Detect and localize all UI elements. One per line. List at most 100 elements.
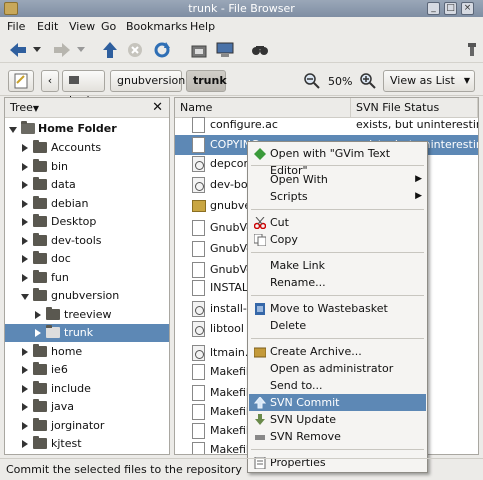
expander-collapsed-icon[interactable] <box>22 385 28 393</box>
close-sidebar-icon[interactable]: ✕ <box>152 100 163 115</box>
menu-item-open-with[interactable]: Open With ▶ <box>249 171 426 188</box>
text-file-icon <box>192 423 205 439</box>
folder-icon <box>33 399 47 412</box>
back-icon[interactable] <box>8 40 28 60</box>
sidebar-item-debian[interactable]: debian <box>5 195 169 213</box>
zoom-level[interactable]: 50% <box>328 75 352 88</box>
sidebar-item-fun[interactable]: fun <box>5 269 169 287</box>
expander-collapsed-icon[interactable] <box>22 218 28 226</box>
menu-item-label: Delete <box>270 319 307 332</box>
menu-item-create-archive[interactable]: Create Archive... <box>249 343 426 360</box>
path-button-karl[interactable]: karl <box>62 70 105 107</box>
expander-collapsed-icon[interactable] <box>22 440 28 448</box>
menu-item-label: Move to Wastebasket <box>270 302 388 315</box>
menu-item-svn-commit[interactable]: SVN Commit <box>249 394 426 411</box>
menu-item-make-link[interactable]: Make Link <box>249 257 426 274</box>
sidebar-item-ie6[interactable]: ie6 <box>5 361 169 379</box>
path-button-gnubversion[interactable]: gnubversion <box>110 70 185 92</box>
forward-dropdown-icon[interactable] <box>74 40 88 60</box>
expander-collapsed-icon[interactable] <box>22 163 28 171</box>
menu-item-rename[interactable]: Rename... <box>249 274 426 291</box>
folder-icon <box>33 270 47 283</box>
sidebar-item-kjtest[interactable]: kjtest <box>5 435 169 453</box>
home-icon[interactable] <box>189 40 209 60</box>
expander-collapsed-icon[interactable] <box>22 422 28 430</box>
menu-bookmarks[interactable]: Bookmarks <box>126 20 187 33</box>
expander-collapsed-icon[interactable] <box>22 181 28 189</box>
expander-collapsed-icon[interactable] <box>35 329 41 337</box>
sidebar-item-include[interactable]: include <box>5 380 169 398</box>
path-scroll-left-button[interactable]: ‹ <box>41 70 59 92</box>
view-mode-label: View as List <box>390 74 455 87</box>
reload-icon[interactable] <box>152 40 172 60</box>
expander-collapsed-icon[interactable] <box>22 200 28 208</box>
menu-item-copy[interactable]: Copy <box>249 231 426 248</box>
sidebar-item-home-folder[interactable]: Home Folder <box>5 120 169 138</box>
menu-item-delete[interactable]: Delete <box>249 317 426 334</box>
menu-item-scripts[interactable]: Scripts ▶ <box>249 188 426 205</box>
sidebar-item-gnubversion[interactable]: gnubversion <box>5 287 169 305</box>
menu-edit[interactable]: Edit <box>37 20 58 33</box>
file-name: INSTAL <box>210 281 248 294</box>
computer-icon[interactable] <box>215 40 235 60</box>
sidebar-item-label: debian <box>51 197 89 210</box>
sidebar-item-accounts[interactable]: Accounts <box>5 139 169 157</box>
expander-collapsed-icon[interactable] <box>22 274 28 282</box>
up-icon[interactable] <box>100 40 120 60</box>
expander-expanded-icon[interactable] <box>9 127 17 133</box>
sidebar-item-java[interactable]: java <box>5 398 169 416</box>
menu-file[interactable]: File <box>7 20 25 33</box>
menu-item-send-to[interactable]: Send to... <box>249 377 426 394</box>
zoom-in-icon[interactable] <box>360 73 376 92</box>
location-bar: ‹ karl gnubversion trunk 50% View as Lis… <box>0 64 483 107</box>
expander-collapsed-icon[interactable] <box>22 144 28 152</box>
menu-item-open-as-administrator[interactable]: Open as administrator <box>249 360 426 377</box>
sidebar-item-treeview[interactable]: treeview <box>5 306 169 324</box>
expander-collapsed-icon[interactable] <box>35 311 41 319</box>
menu-item-cut[interactable]: Cut <box>249 214 426 231</box>
sidebar-item-label: jorginator <box>51 419 105 432</box>
sidebar-type-select[interactable]: Tree▼ <box>10 101 39 114</box>
sidebar-item-jorginator[interactable]: jorginator <box>5 417 169 435</box>
menu-item-label: Make Link <box>270 259 325 272</box>
sidebar-item-bin[interactable]: bin <box>5 158 169 176</box>
sidebar-item-dev-tools[interactable]: dev-tools <box>5 232 169 250</box>
sidebar-item-data[interactable]: data <box>5 176 169 194</box>
expander-collapsed-icon[interactable] <box>22 237 28 245</box>
sidebar-item-desktop[interactable]: Desktop <box>5 213 169 231</box>
sidebar-item-home[interactable]: home <box>5 343 169 361</box>
menu-item-svn-remove[interactable]: SVN Remove <box>249 428 426 445</box>
path-button-trunk[interactable]: trunk <box>186 70 227 92</box>
menu-item-open-with-gvim[interactable]: Open with "GVim Text Editor" <box>249 145 426 177</box>
menu-item-label: Rename... <box>270 276 326 289</box>
file-browser-window: trunk - File Browser _ □ × File Edit Vie… <box>0 0 483 480</box>
text-file-icon <box>192 117 205 133</box>
maximize-button[interactable]: □ <box>444 2 457 15</box>
expander-collapsed-icon[interactable] <box>22 403 28 411</box>
file-row[interactable]: configure.ac exists, but uninteresting <box>175 115 478 135</box>
expander-collapsed-icon[interactable] <box>22 348 28 356</box>
expander-collapsed-icon[interactable] <box>22 366 28 374</box>
menu-help[interactable]: Help <box>190 20 215 33</box>
stop-icon[interactable] <box>125 40 145 60</box>
menu-item-label: Send to... <box>270 379 323 392</box>
zoom-out-icon[interactable] <box>304 73 320 92</box>
menu-item-svn-update[interactable]: SVN Update <box>249 411 426 428</box>
menu-go[interactable]: Go <box>101 20 116 33</box>
back-dropdown-icon[interactable] <box>30 40 44 60</box>
script-file-icon <box>192 156 205 172</box>
minimize-button[interactable]: _ <box>427 2 440 15</box>
forward-icon[interactable] <box>52 40 72 60</box>
close-window-button[interactable]: × <box>461 2 474 15</box>
expander-expanded-icon[interactable] <box>21 294 29 300</box>
sidebar-item-trunk[interactable]: trunk <box>5 324 169 342</box>
sidebar-item-doc[interactable]: doc <box>5 250 169 268</box>
location-toggle-button[interactable] <box>8 70 34 92</box>
view-mode-select[interactable]: View as List ▼ <box>383 70 475 92</box>
search-icon[interactable] <box>250 40 270 60</box>
sidebar-item-label: Accounts <box>51 141 102 154</box>
menu-view[interactable]: View <box>69 20 95 33</box>
sidebar-item-label: kjtest <box>51 437 82 450</box>
expander-collapsed-icon[interactable] <box>22 255 28 263</box>
menu-item-move-to-wastebasket[interactable]: Move to Wastebasket <box>249 300 426 317</box>
